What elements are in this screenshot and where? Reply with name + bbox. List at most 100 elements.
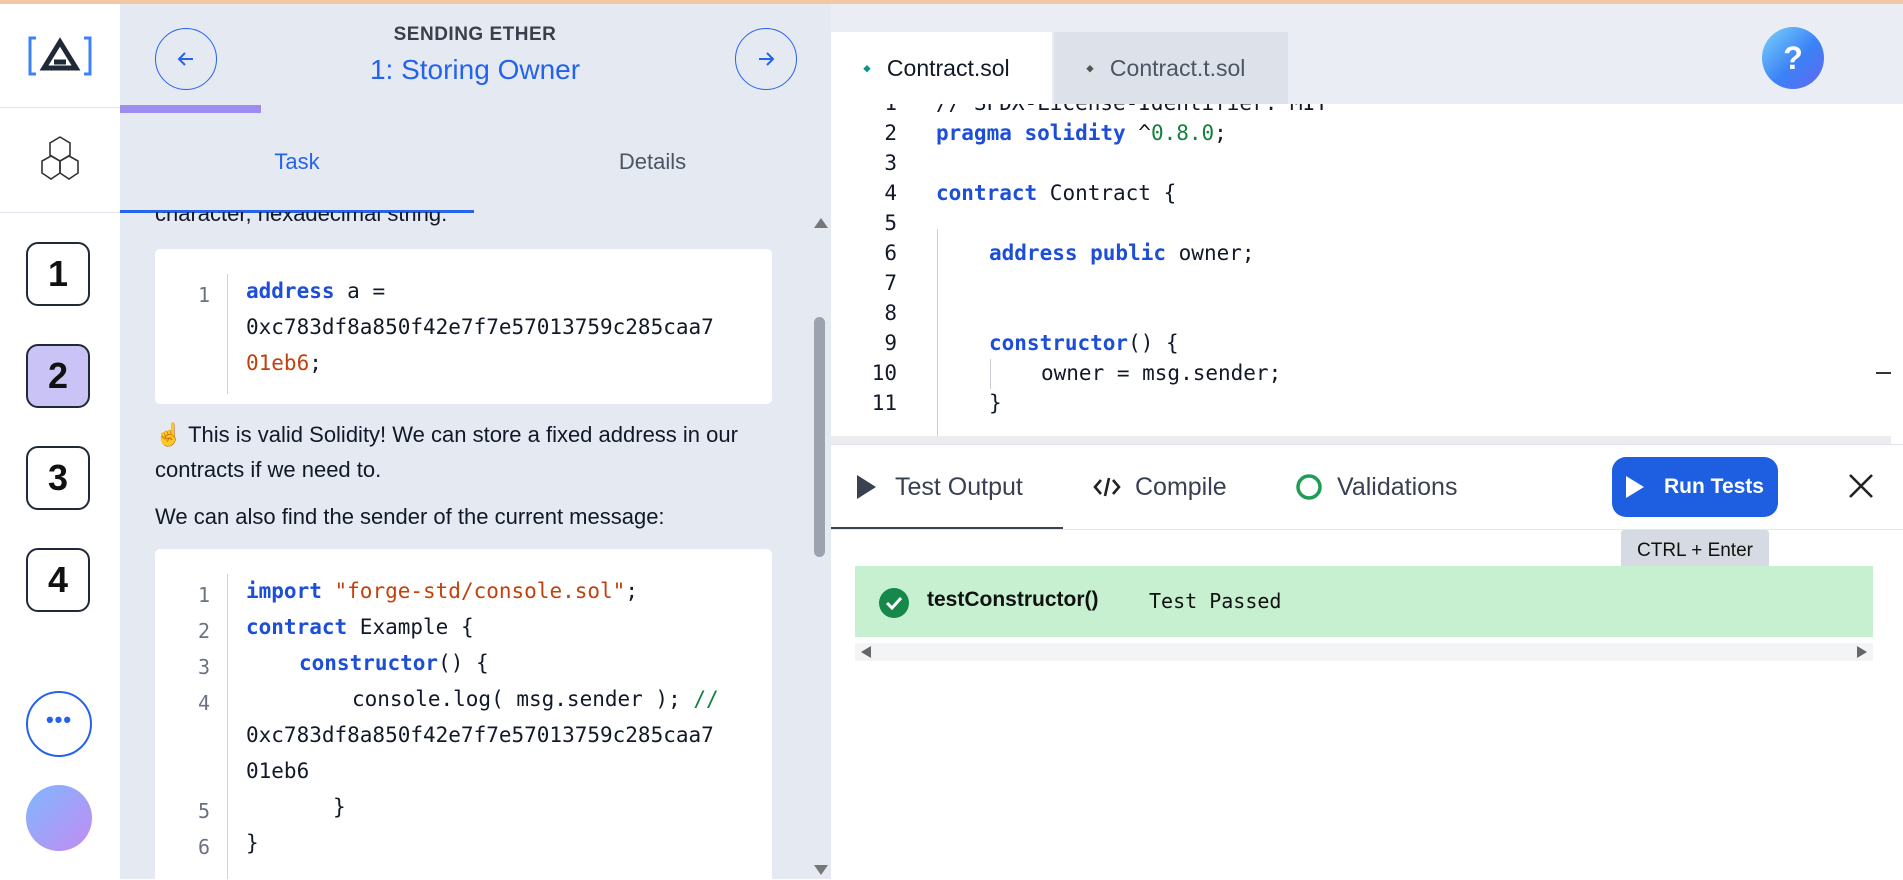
app-logo-icon [28, 36, 92, 75]
tab-task[interactable]: Task [120, 113, 474, 211]
code-line: } [333, 795, 346, 819]
code-line: 0xc783df8a850f42e7f7e57013759c285caa7 [246, 315, 714, 339]
more-dots-icon: ••• [45, 707, 73, 732]
app-logo[interactable] [0, 4, 120, 108]
lesson-tabs: Task Details [120, 113, 831, 211]
line-number: 7 [884, 271, 897, 295]
scroll-right-arrow[interactable] [1857, 646, 1867, 658]
lesson-scrollbar[interactable] [810, 212, 831, 879]
test-result-row: testConstructor() Test Passed [855, 566, 1873, 637]
user-avatar[interactable] [26, 785, 92, 851]
tab-compile[interactable]: Compile [1081, 445, 1251, 529]
editor-area: ⬩ Contract.sol ⬩ Contract.t.sol ? 1 2 3 … [831, 4, 1903, 880]
tab-details[interactable]: Details [474, 113, 831, 211]
help-button[interactable]: ? [1762, 27, 1824, 89]
code-line: owner = msg.sender; [1041, 361, 1282, 385]
code-line: constructor() { [299, 651, 489, 675]
editor-tab-bar: ⬩ Contract.sol ⬩ Contract.t.sol ? [831, 4, 1903, 104]
code-line: 01eb6 [246, 759, 310, 783]
line-number: 1 [197, 283, 210, 307]
editor-horizontal-scrollbar[interactable] [831, 436, 1891, 444]
line-number: 9 [884, 331, 897, 355]
stage-3-button[interactable]: 3 [26, 446, 90, 510]
line-number: 4 [884, 181, 897, 205]
code-line: 0xc783df8a850f42e7f7e57013759c285caa7 [246, 723, 714, 747]
more-button[interactable]: ••• [26, 691, 92, 757]
code-line: // SPDX-License-Identifier: MIT [936, 104, 1328, 115]
arrow-left-icon [177, 52, 193, 66]
scroll-down-arrow[interactable] [814, 865, 828, 875]
code-block-address: 1 address a = 0xc783df8a850f42e7f7e57013… [155, 249, 772, 404]
circle-icon [1296, 474, 1322, 500]
line-number: 2 [884, 121, 897, 145]
explore-button[interactable] [0, 108, 120, 213]
code-line: contract Example { [246, 615, 474, 639]
intro-text: character, hexadecimal string: [155, 212, 448, 226]
test-status: Test Passed [1149, 589, 1282, 613]
code-line: 01eb6; [246, 351, 322, 375]
check-circle-icon [879, 588, 909, 618]
prev-stage-button[interactable] [155, 28, 217, 90]
line-number: 3 [197, 655, 210, 679]
scroll-thumb[interactable] [814, 317, 825, 557]
code-line: contract Contract { [936, 181, 1177, 205]
code-gutter [227, 274, 228, 394]
run-tests-label: Run Tests [1664, 475, 1764, 498]
line-number: 5 [197, 799, 210, 823]
code-icon [1093, 477, 1121, 497]
indent-guide [937, 229, 938, 439]
indent-guide [990, 359, 991, 389]
lesson-header: SENDING ETHER 1: Storing Owner [120, 4, 831, 107]
stage-label: SENDING ETHER [393, 24, 557, 45]
line-number: 10 [871, 361, 897, 385]
arrow-right-icon [759, 52, 775, 66]
close-panel-button[interactable] [1836, 461, 1886, 511]
line-number: 1 [831, 104, 897, 115]
code-block-example: 1 2 3 4 5 6 import "forge-std/console.so… [155, 549, 772, 879]
next-stage-button[interactable] [735, 28, 797, 90]
lesson-content: character, hexadecimal string: 1 address… [120, 212, 810, 879]
close-icon [1849, 474, 1873, 498]
scroll-left-arrow[interactable] [861, 646, 871, 658]
tab-label: Compile [1135, 472, 1227, 501]
output-panel: Test Output Compile Validations Run Test… [831, 444, 1903, 880]
overview-ruler-marker [1876, 372, 1891, 374]
play-icon [857, 475, 876, 499]
code-editor[interactable]: 1 2 3 4 5 6 7 8 9 10 11 // SPDX-License-… [831, 104, 1891, 444]
tab-test-output[interactable]: Test Output [831, 445, 1063, 529]
code-line: console.log( msg.sender ); // [352, 687, 719, 711]
line-number: 6 [884, 241, 897, 265]
tab-contract-sol[interactable]: ⬩ Contract.sol [831, 32, 1052, 104]
paragraph-valid-solidity: ☝️ This is valid Solidity! We can store … [155, 422, 738, 482]
code-line: } [989, 391, 1002, 415]
code-line: import "forge-std/console.sol"; [246, 579, 638, 603]
stage-4-button[interactable]: 4 [26, 548, 90, 612]
line-number: 1 [197, 583, 210, 607]
icon-rail: 1 2 3 4 ••• [0, 4, 121, 879]
code-line: } [246, 831, 259, 855]
code-line: address public owner; [989, 241, 1255, 265]
stage-1-button[interactable]: 1 [26, 242, 90, 306]
result-horizontal-scrollbar[interactable] [855, 643, 1873, 661]
line-number: 5 [884, 211, 897, 235]
test-name: testConstructor() [927, 588, 1099, 611]
hexagon-cluster-icon [41, 136, 79, 180]
line-number: 4 [197, 691, 210, 715]
code-line: address a = [246, 279, 386, 303]
line-number: 11 [871, 391, 897, 415]
stage-progress-bar [120, 105, 261, 113]
ethereum-icon: ⬩ [1086, 55, 1094, 80]
run-tests-button[interactable]: Run Tests [1612, 457, 1778, 517]
code-line: pragma solidity ^0.8.0; [936, 121, 1227, 145]
scroll-up-arrow[interactable] [814, 218, 828, 228]
play-icon [1626, 476, 1645, 498]
tab-validations[interactable]: Validations [1277, 445, 1477, 529]
tab-contract-t-sol[interactable]: ⬩ Contract.t.sol [1054, 32, 1288, 104]
line-number: 6 [197, 835, 210, 859]
stage-title: 1: Storing Owner [369, 54, 581, 85]
lesson-panel: SENDING ETHER 1: Storing Owner Task Deta… [120, 4, 831, 879]
ethereum-icon: ⬩ [863, 55, 871, 80]
line-number: 2 [197, 619, 210, 643]
tab-label: Validations [1337, 472, 1458, 501]
stage-2-button[interactable]: 2 [26, 344, 90, 408]
